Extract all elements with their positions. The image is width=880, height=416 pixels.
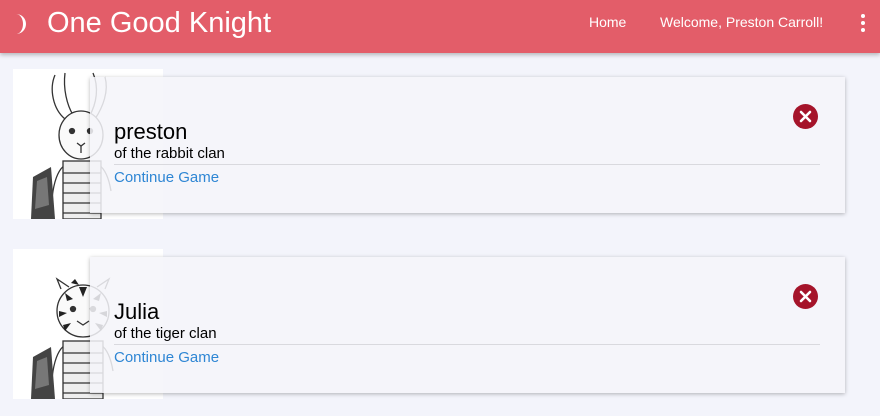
saved-game-row: Julia of the tiger clan Continue Game — [13, 249, 853, 399]
card-divider — [114, 164, 820, 165]
saved-game-card: Julia of the tiger clan Continue Game — [90, 257, 845, 393]
character-clan: of the rabbit clan — [114, 145, 225, 162]
character-name: preston — [114, 119, 188, 144]
card-divider — [114, 344, 820, 345]
saved-game-card: preston of the rabbit clan Continue Game — [90, 77, 845, 213]
close-circle-icon — [799, 290, 812, 303]
welcome-message: Welcome, Preston Carroll! — [660, 14, 824, 30]
delete-game-button[interactable] — [793, 284, 818, 309]
character-name: Julia — [114, 299, 160, 324]
continue-game-link[interactable]: Continue Game — [114, 349, 219, 366]
character-clan: of the tiger clan — [114, 325, 217, 342]
delete-game-button[interactable] — [793, 104, 818, 129]
saved-game-row: preston of the rabbit clan Continue Game — [13, 69, 853, 219]
top-app-bar: One Good Knight Home Welcome, Preston Ca… — [0, 0, 880, 53]
app-title: One Good Knight — [47, 7, 272, 39]
home-link[interactable]: Home — [589, 14, 626, 30]
more-vertical-icon[interactable] — [858, 12, 868, 34]
close-circle-icon — [799, 110, 812, 123]
continue-game-link[interactable]: Continue Game — [114, 169, 219, 186]
moon-icon[interactable] — [14, 13, 28, 35]
